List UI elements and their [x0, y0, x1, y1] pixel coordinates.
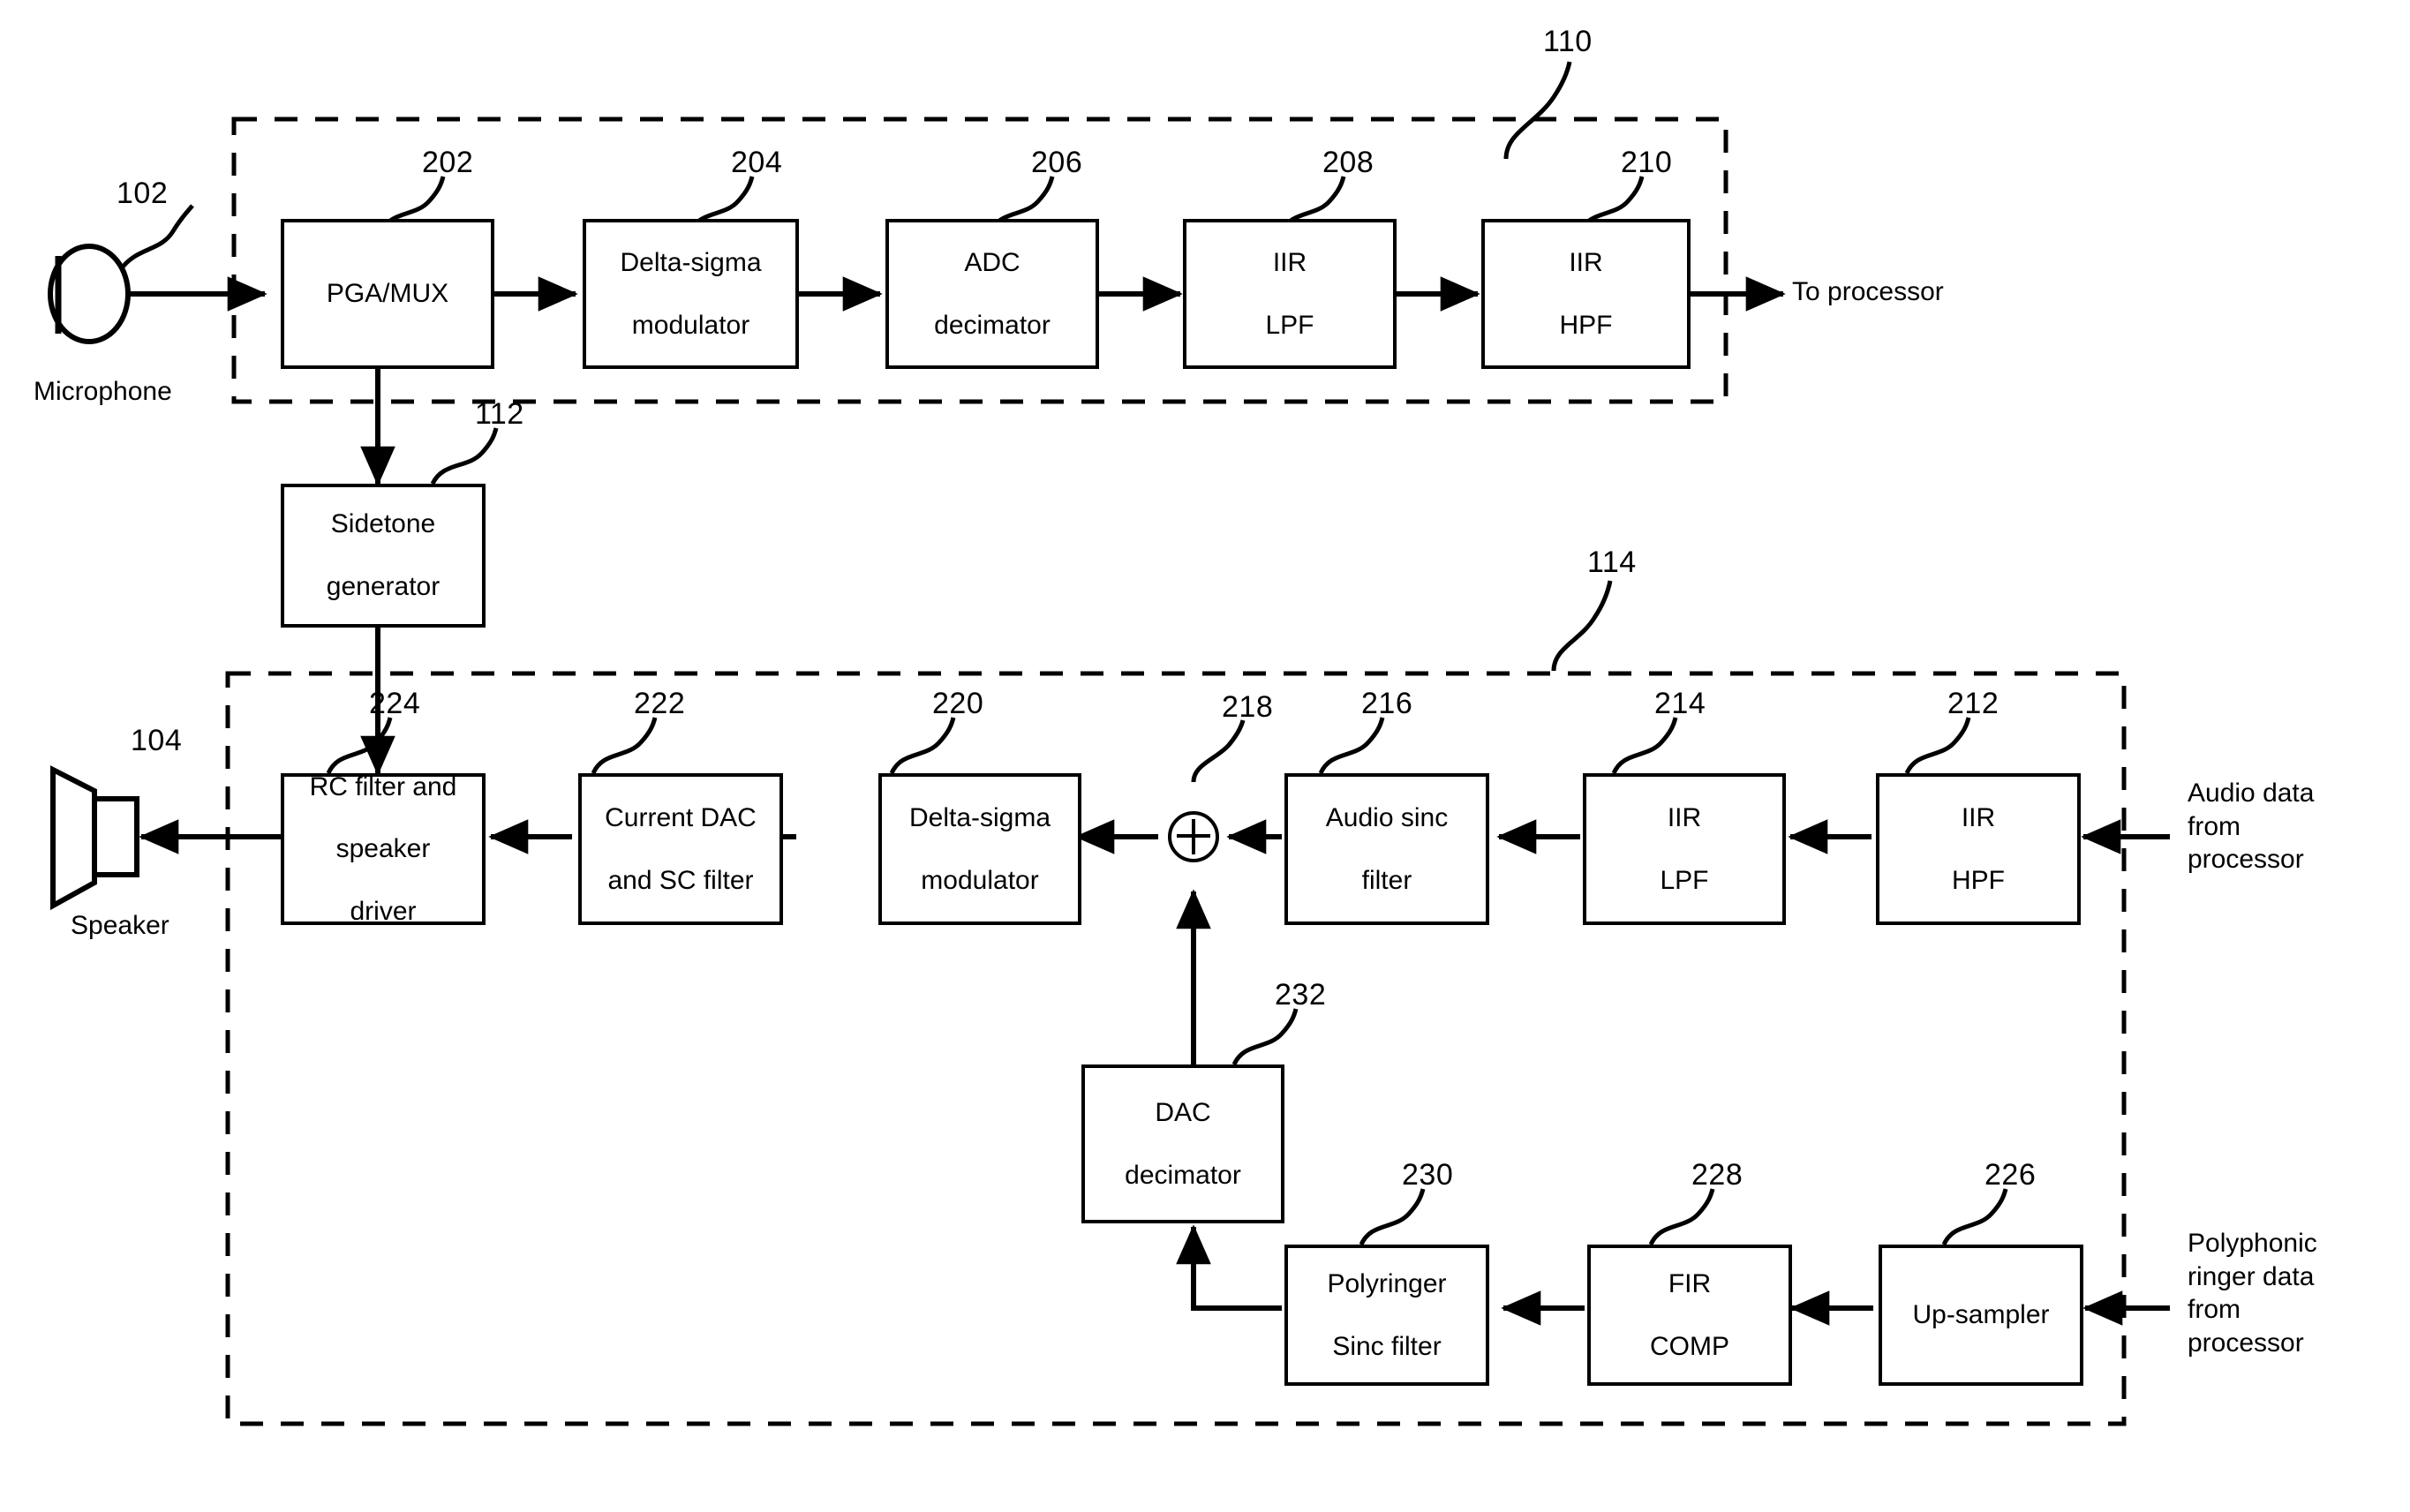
block-rc-filter-speaker-driver[interactable]: RC filter and speaker driver	[281, 771, 486, 927]
ref-number-226: 226	[1984, 1158, 2037, 1192]
ref-number-102: 102	[117, 177, 169, 210]
audio-data-line-1: Audio data	[2188, 779, 2315, 808]
summing-node-vertical-bar	[1192, 819, 1195, 854]
block-label-delta-sigma-modulator-playback: Delta-sigma modulator	[908, 802, 1051, 895]
polyphonic-line-3: from	[2188, 1295, 2241, 1324]
block-iir-lpf-record[interactable]: IIR LPF	[1183, 219, 1397, 369]
block-iir-lpf-playback[interactable]: IIR LPF	[1583, 773, 1786, 925]
audio-data-line-3: processor	[2188, 845, 2304, 874]
block-delta-sigma-modulator-playback[interactable]: Delta-sigma modulator	[878, 773, 1081, 925]
block-label-fir-comp: FIR COMP	[1650, 1268, 1729, 1361]
audio-data-from-processor-label: Audio data from processor	[2188, 777, 2314, 876]
ref-number-218: 218	[1222, 690, 1274, 724]
ref-number-112: 112	[475, 397, 524, 431]
block-dac-decimator[interactable]: DAC decimator	[1081, 1064, 1284, 1223]
summing-node[interactable]	[1168, 811, 1219, 862]
block-label-iir-lpf-playback: IIR LPF	[1660, 802, 1709, 895]
block-label-adc-decimator: ADC decimator	[934, 247, 1051, 340]
block-label-dac-decimator: DAC decimator	[1125, 1097, 1241, 1190]
ref-number-204: 204	[731, 146, 783, 179]
ref-number-214: 214	[1654, 687, 1706, 720]
block-audio-sinc-filter[interactable]: Audio sinc filter	[1284, 773, 1489, 925]
to-processor-label: To processor	[1792, 277, 1944, 306]
block-label-delta-sigma-modulator-record: Delta-sigma modulator	[620, 247, 762, 340]
audio-data-line-2: from	[2188, 811, 2241, 841]
block-label-rc-filter-speaker-driver: RC filter and speaker driver	[309, 771, 457, 927]
polyphonic-line-2: ringer data	[2188, 1261, 2315, 1291]
block-iir-hpf-playback[interactable]: IIR HPF	[1876, 773, 2081, 925]
ref-number-224: 224	[369, 687, 421, 720]
ref-number-220: 220	[932, 687, 984, 720]
block-label-iir-hpf-record: IIR HPF	[1559, 247, 1613, 340]
polyphonic-line-1: Polyphonic	[2188, 1229, 2317, 1258]
block-adc-decimator[interactable]: ADC decimator	[885, 219, 1099, 369]
block-label-sidetone-generator: Sidetone generator	[326, 509, 441, 602]
block-label-iir-lpf-record: IIR LPF	[1265, 247, 1314, 340]
microphone-icon	[48, 244, 131, 344]
block-polyringer-sinc-filter[interactable]: Polyringer Sinc filter	[1284, 1245, 1489, 1386]
ref-number-208: 208	[1322, 146, 1374, 179]
speaker-icon	[50, 765, 97, 911]
ref-number-230: 230	[1402, 1158, 1454, 1192]
speaker-label: Speaker	[71, 911, 169, 940]
ref-number-110: 110	[1543, 25, 1593, 58]
ref-number-222: 222	[634, 687, 686, 720]
block-label-current-dac-sc-filter: Current DAC and SC filter	[605, 802, 757, 895]
block-label-iir-hpf-playback: IIR HPF	[1952, 802, 2005, 895]
ref-number-228: 228	[1691, 1158, 1743, 1192]
block-label-audio-sinc-filter: Audio sinc filter	[1325, 802, 1449, 895]
ref-number-202: 202	[422, 146, 474, 179]
block-pga-mux[interactable]: PGA/MUX	[281, 219, 494, 369]
ref-number-212: 212	[1947, 687, 2000, 720]
block-label-pga-mux: PGA/MUX	[326, 279, 449, 309]
diagram-canvas: PGA/MUX Delta-sigma modulator ADC decimato…	[0, 0, 2410, 1512]
block-current-dac-sc-filter[interactable]: Current DAC and SC filter	[578, 773, 783, 925]
block-fir-comp[interactable]: FIR COMP	[1587, 1245, 1792, 1386]
ref-number-206: 206	[1031, 146, 1083, 179]
polyphonic-line-4: processor	[2188, 1328, 2304, 1358]
block-delta-sigma-modulator-record[interactable]: Delta-sigma modulator	[583, 219, 799, 369]
ref-number-232: 232	[1275, 978, 1327, 1012]
block-label-up-sampler: Up-sampler	[1912, 1300, 2050, 1330]
ref-number-104: 104	[131, 724, 183, 757]
block-sidetone-generator[interactable]: Sidetone generator	[281, 484, 486, 628]
microphone-label: Microphone	[34, 377, 172, 406]
polyphonic-ringer-data-label: Polyphonic ringer data from processor	[2188, 1227, 2317, 1359]
ref-number-114: 114	[1587, 545, 1637, 579]
playback-path-dashed-box	[225, 671, 2127, 1426]
block-up-sampler[interactable]: Up-sampler	[1879, 1245, 2083, 1386]
ref-number-216: 216	[1361, 687, 1413, 720]
block-label-polyringer-sinc-filter: Polyringer Sinc filter	[1327, 1268, 1447, 1361]
block-iir-hpf-record[interactable]: IIR HPF	[1481, 219, 1691, 369]
ref-number-210: 210	[1621, 146, 1673, 179]
